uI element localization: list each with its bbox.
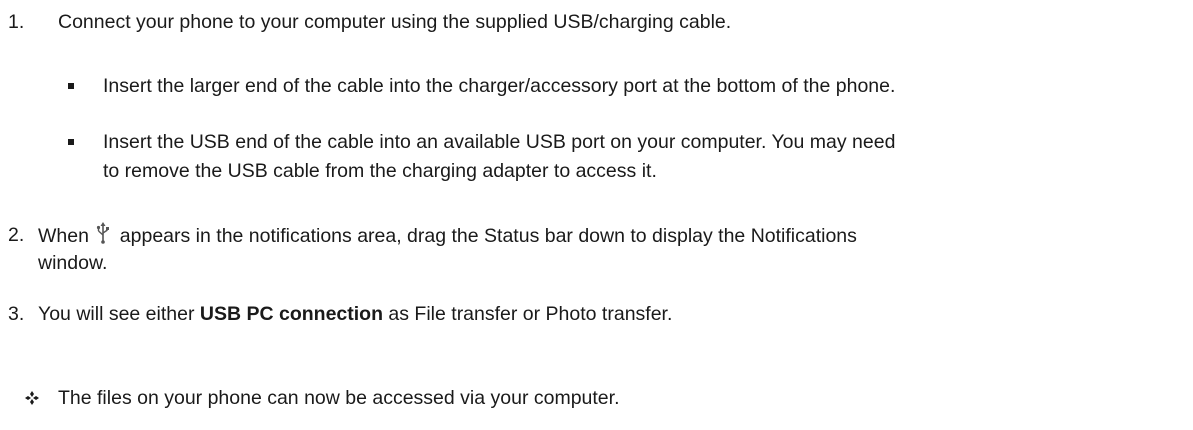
usb-icon xyxy=(97,222,110,244)
square-bullet-icon xyxy=(68,139,74,145)
step-1-subitem-2-line-2: to remove the USB cable from the chargin… xyxy=(103,160,657,182)
step-1-subitem-1: Insert the larger end of the cable into … xyxy=(103,75,896,97)
step-2-text-before-icon: When xyxy=(38,225,89,247)
step-2-number: 2. xyxy=(8,224,25,246)
four-diamond-bullet-icon xyxy=(25,391,39,405)
usb-pc-connection-label: USB PC connection xyxy=(199,303,383,325)
step-2-text-after-icon: appears in the notifications area, drag … xyxy=(119,225,857,247)
step-3-text-before-bold: You will see either xyxy=(38,303,195,325)
step-3-text-after-bold: as File transfer or Photo transfer. xyxy=(388,303,673,325)
step-3-text: You will see either USB PC connection as… xyxy=(38,301,672,327)
note-text: The files on your phone can now be acces… xyxy=(58,387,620,409)
step-1-subitem-2-line-1: Insert the USB end of the cable into an … xyxy=(103,131,896,153)
square-bullet-icon xyxy=(68,83,74,89)
step-1-text: Connect your phone to your computer usin… xyxy=(58,11,732,33)
step-2-text-line-1: When appears in the notifications area, … xyxy=(38,222,857,249)
step-3-number: 3. xyxy=(8,303,25,325)
step-2-text-line-2: window. xyxy=(38,252,108,274)
step-1-number: 1. xyxy=(8,11,25,33)
